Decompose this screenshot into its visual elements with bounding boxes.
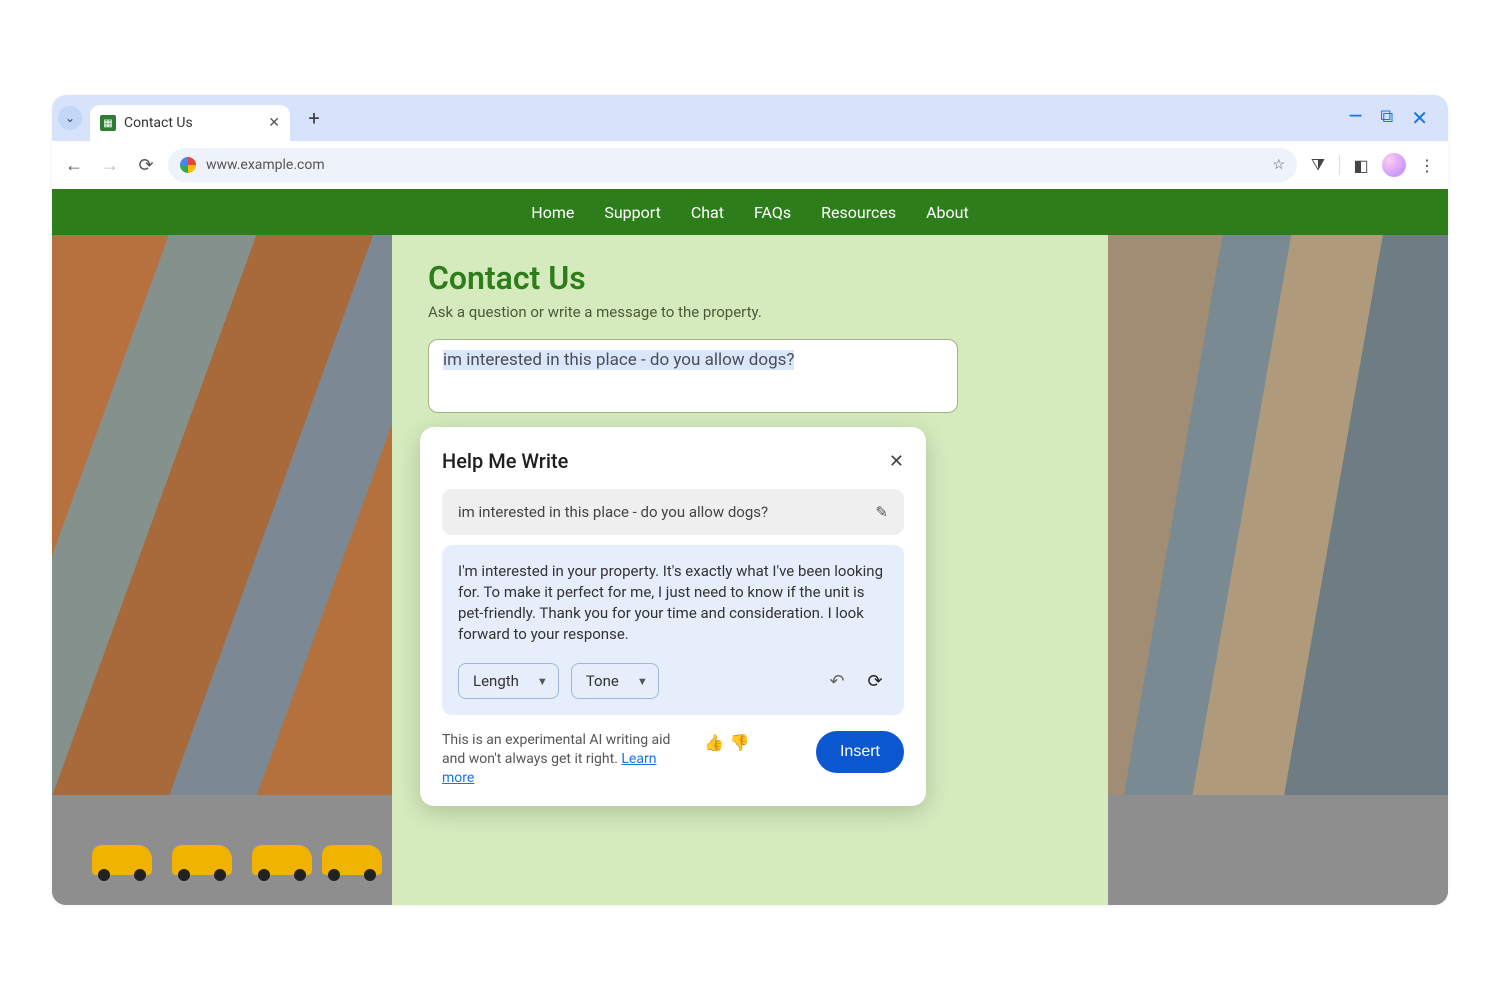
profile-avatar[interactable]: [1382, 153, 1406, 177]
message-textarea[interactable]: im interested in this place - do you all…: [428, 339, 958, 413]
google-icon: [180, 157, 196, 173]
length-label: Length: [473, 672, 519, 690]
close-tab-icon[interactable]: ✕: [268, 115, 280, 131]
menu-icon[interactable]: ⋮: [1414, 156, 1440, 175]
insert-button[interactable]: Insert: [816, 731, 904, 773]
nav-home[interactable]: Home: [531, 203, 574, 222]
nav-about[interactable]: About: [926, 203, 969, 222]
extensions-icon[interactable]: ⧩: [1305, 155, 1331, 175]
undo-icon[interactable]: ↶: [824, 671, 850, 692]
maximize-icon[interactable]: ⧉: [1380, 106, 1393, 130]
tone-dropdown[interactable]: Tone ▼: [571, 663, 659, 699]
main-content: Contact Us Ask a question or write a mes…: [392, 235, 1108, 905]
hmw-title: Help Me Write: [442, 449, 568, 473]
hero-image-right: [1108, 235, 1448, 905]
forward-button[interactable]: →: [96, 155, 124, 176]
hero-image-left: [52, 235, 392, 905]
thumbs-up-icon[interactable]: 👍: [704, 733, 724, 752]
minimize-icon[interactable]: —: [1349, 106, 1363, 130]
hmw-result-box: I'm interested in your property. It's ex…: [442, 545, 904, 715]
site-nav: Home Support Chat FAQs Resources About: [52, 189, 1448, 235]
tab-title: Contact Us: [124, 115, 193, 131]
edit-icon[interactable]: ✎: [875, 503, 888, 521]
nav-support[interactable]: Support: [604, 203, 660, 222]
close-window-icon[interactable]: ✕: [1411, 106, 1428, 130]
tab-strip: ⌄ ▦ Contact Us ✕ + — ⧉ ✕: [52, 95, 1448, 141]
page-viewport: Home Support Chat FAQs Resources About C…: [52, 189, 1448, 905]
nav-chat[interactable]: Chat: [691, 203, 724, 222]
chevron-down-icon: ▼: [537, 675, 548, 688]
length-dropdown[interactable]: Length ▼: [458, 663, 559, 699]
browser-tab[interactable]: ▦ Contact Us ✕: [90, 105, 290, 141]
browser-toolbar: ← → ⟳ www.example.com ☆ ⧩ ◧ ⋮: [52, 141, 1448, 189]
nav-faqs[interactable]: FAQs: [754, 203, 791, 222]
url-text: www.example.com: [206, 157, 325, 173]
site-favicon: ▦: [100, 115, 116, 131]
hmw-prompt-text: im interested in this place - do you all…: [458, 503, 768, 521]
bookmark-icon[interactable]: ☆: [1272, 157, 1285, 173]
page-title: Contact Us: [428, 259, 1072, 297]
chevron-down-icon: ▼: [637, 675, 648, 688]
browser-window: ⌄ ▦ Contact Us ✕ + — ⧉ ✕ ← → ⟳ www.examp…: [52, 95, 1448, 905]
tab-search-button[interactable]: ⌄: [58, 106, 82, 130]
close-icon[interactable]: ✕: [889, 451, 904, 472]
message-text: im interested in this place - do you all…: [443, 350, 794, 370]
hmw-prompt-row[interactable]: im interested in this place - do you all…: [442, 489, 904, 535]
help-me-write-panel: Help Me Write ✕ im interested in this pl…: [420, 427, 926, 806]
reload-button[interactable]: ⟳: [132, 155, 160, 176]
page-subtitle: Ask a question or write a message to the…: [428, 303, 1072, 321]
tone-label: Tone: [586, 672, 619, 690]
nav-resources[interactable]: Resources: [821, 203, 896, 222]
side-panel-icon[interactable]: ◧: [1348, 156, 1374, 175]
back-button[interactable]: ←: [60, 155, 88, 176]
hmw-result-text: I'm interested in your property. It's ex…: [458, 561, 888, 645]
address-bar[interactable]: www.example.com ☆: [168, 148, 1297, 182]
new-tab-button[interactable]: +: [300, 104, 328, 132]
thumbs-down-icon[interactable]: 👎: [730, 733, 750, 752]
toolbar-divider: [1339, 155, 1340, 175]
regenerate-icon[interactable]: ⟳: [862, 671, 888, 692]
hmw-disclaimer: This is an experimental AI writing aid a…: [442, 731, 692, 788]
